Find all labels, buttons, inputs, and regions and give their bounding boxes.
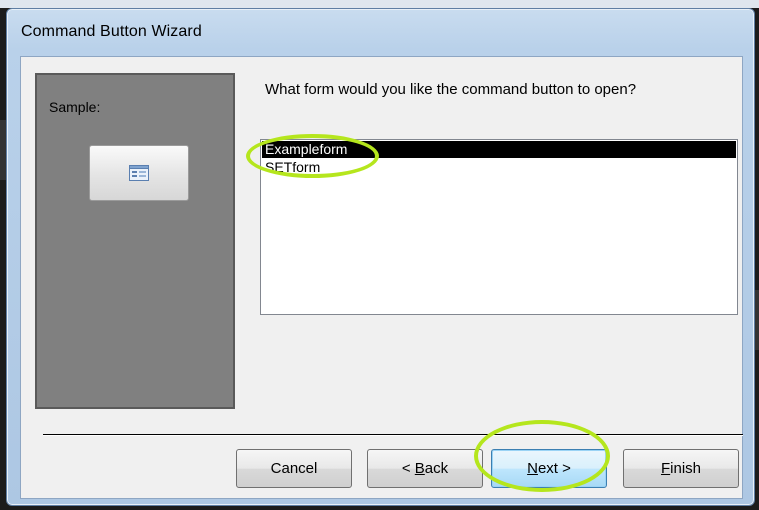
next-button-label-rest: ext > [537, 460, 571, 477]
back-button-label-prefix: < [401, 460, 415, 477]
sample-command-button [89, 145, 189, 201]
separator-line [43, 434, 743, 436]
command-button-wizard-dialog: Command Button Wizard Sample: What form … [6, 8, 755, 506]
form-list-item-exampleform[interactable]: Exampleform [262, 141, 736, 158]
dialog-client-area: Sample: What form would you like the com… [20, 56, 743, 499]
next-button[interactable]: Next > [491, 449, 607, 488]
cancel-button-label: Cancel [270, 460, 318, 477]
finish-button[interactable]: Finish [623, 449, 739, 488]
finish-button-mnemonic: F [660, 460, 671, 477]
sample-label: Sample: [49, 99, 101, 115]
sample-panel: Sample: [35, 73, 235, 409]
cancel-button[interactable]: Cancel [236, 449, 352, 488]
background-window-edge [0, 0, 759, 8]
dialog-title: Command Button Wizard [21, 23, 202, 40]
back-button[interactable]: < Back [367, 449, 483, 488]
form-listbox[interactable]: Exampleform SETform [260, 139, 738, 315]
back-button-label-rest: ack [424, 460, 449, 477]
form-icon [129, 165, 149, 181]
back-button-mnemonic: B [414, 460, 425, 477]
wizard-question: What form would you like the command but… [265, 81, 637, 98]
finish-button-label-rest: inish [670, 460, 702, 477]
next-button-mnemonic: N [527, 460, 538, 477]
form-list-item-setform[interactable]: SETform [262, 159, 736, 176]
